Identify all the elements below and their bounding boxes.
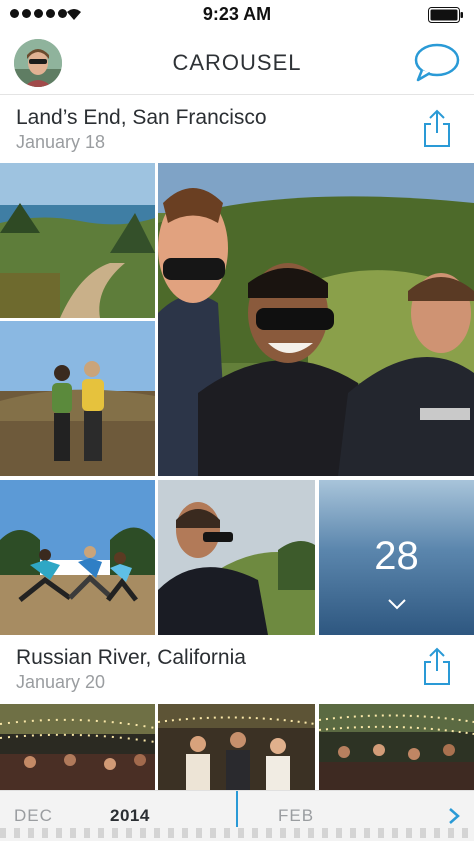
section-header-russian-river: Russian River, California January 20 — [0, 636, 474, 704]
status-time: 9:23 AM — [202, 4, 272, 24]
timeline-prev-month[interactable]: DEC — [14, 806, 53, 826]
chat-bubble-icon[interactable] — [414, 42, 460, 82]
chevron-right-icon[interactable] — [448, 807, 460, 825]
status-bar: 9:23 AM — [0, 0, 474, 30]
more-photos-count: 28 — [374, 534, 419, 578]
photo-tile[interactable] — [0, 480, 155, 635]
page-title: CAROUSEL — [172, 50, 302, 75]
timeline-ticks — [0, 828, 474, 838]
photo-tile[interactable] — [158, 480, 315, 635]
battery-icon — [428, 7, 463, 23]
timeline-cursor[interactable] — [236, 791, 238, 827]
section-header-lands-end: Land’s End, San Francisco January 18 — [0, 96, 474, 163]
timeline-year: 2014 — [110, 806, 150, 825]
nav-bar: CAROUSEL — [0, 30, 474, 95]
chevron-down-icon — [388, 599, 406, 610]
photo-tile[interactable] — [158, 704, 315, 790]
more-photos-tile[interactable]: 28 — [319, 480, 474, 635]
section-date: January 20 — [16, 672, 106, 692]
photo-tile[interactable] — [0, 163, 155, 318]
section-title: Russian River, California — [16, 646, 246, 669]
share-icon[interactable] — [422, 646, 452, 686]
photo-tile[interactable] — [319, 704, 474, 790]
section-date: January 18 — [16, 132, 106, 152]
photo-tile-large[interactable] — [158, 163, 474, 476]
share-icon[interactable] — [422, 108, 452, 148]
photo-tile[interactable] — [0, 321, 155, 476]
photo-tile[interactable] — [0, 704, 155, 790]
timeline-scrubber[interactable]: DEC 2014 FEB — [0, 790, 474, 841]
timeline-next-month[interactable]: FEB — [278, 806, 314, 826]
section-title: Land’s End, San Francisco — [16, 106, 267, 129]
